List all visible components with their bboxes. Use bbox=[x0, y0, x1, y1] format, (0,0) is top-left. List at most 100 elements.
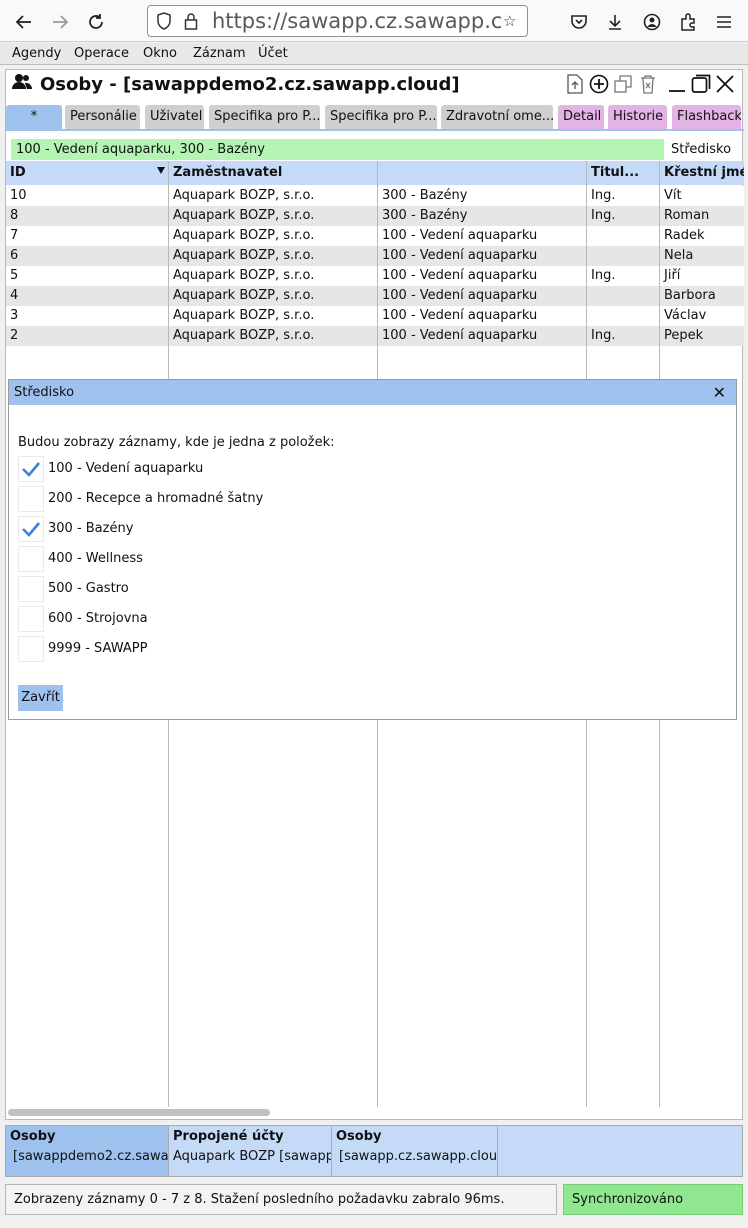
tab-specifika-2[interactable]: Specifika pro P... bbox=[325, 105, 437, 129]
table-row[interactable]: 5 Aquapark BOZP, s.r.o. 100 - Vedení aquap… bbox=[6, 266, 744, 286]
cell-titul bbox=[587, 286, 659, 306]
tab-historie[interactable]: Historie bbox=[608, 105, 667, 129]
cell-zamestnavatel: Aquapark BOZP, s.r.o. bbox=[173, 228, 315, 243]
window-tab-subtitle: Aquapark BOZP [sawapp.cz.sawapp.cloud] bbox=[173, 1149, 331, 1164]
cell-id: 5 bbox=[10, 268, 19, 283]
cell-zamestnavatel: Aquapark BOZP, s.r.o. bbox=[173, 328, 315, 343]
url-text: https://sawapp.cz.sawapp.c bbox=[212, 9, 503, 33]
download-icon[interactable] bbox=[601, 8, 629, 36]
shield-icon bbox=[156, 12, 172, 34]
cell-zamestnavatel: Aquapark BOZP, s.r.o. bbox=[173, 188, 315, 203]
checkbox[interactable] bbox=[18, 576, 44, 602]
window-tab-osoby-sawapp[interactable]: Osoby [sawapp.cz.sawapp.cloud] bbox=[332, 1126, 498, 1176]
tab-detail[interactable]: Detail bbox=[558, 105, 604, 129]
tab-personalie[interactable]: Personálie bbox=[65, 105, 140, 129]
dialog-close-icon[interactable]: ✕ bbox=[713, 380, 726, 405]
tab-specifika-1[interactable]: Specifika pro P... bbox=[209, 105, 320, 129]
cell-krestni-jmeno: Václav bbox=[664, 308, 707, 323]
table-row[interactable]: 10 Aquapark BOZP, s.r.o. 300 - Bazény Ing. V… bbox=[6, 186, 744, 206]
column-header-stredisko[interactable] bbox=[378, 161, 586, 185]
cell-titul: Ing. bbox=[591, 328, 616, 343]
browser-toolbar: https://sawapp.cz.sawapp.c ☆ bbox=[0, 0, 748, 42]
table-row[interactable]: 4 Aquapark BOZP, s.r.o. 100 - Vedení aquap… bbox=[6, 286, 744, 306]
checkbox-checked[interactable] bbox=[18, 516, 44, 542]
cell-stredisko: 100 - Vedení aquaparku bbox=[382, 288, 538, 303]
window-tab-osoby-demo[interactable]: Osoby [sawappdemo2.cz.sawapp.cloud] bbox=[6, 1126, 169, 1176]
window-tab-subtitle: [sawappdemo2.cz.sawapp.cloud] bbox=[13, 1149, 169, 1164]
cell-stredisko: 300 - Bazény bbox=[382, 208, 468, 223]
minimize-icon[interactable] bbox=[665, 72, 689, 96]
sort-desc-icon[interactable] bbox=[157, 167, 165, 174]
table-row[interactable]: 8 Aquapark BOZP, s.r.o. 300 - Bazény Ing. Ro… bbox=[6, 206, 744, 226]
duplicate-icon[interactable] bbox=[611, 72, 635, 96]
window-tab-subtitle: [sawapp.cz.sawapp.cloud] bbox=[339, 1149, 498, 1164]
cell-titul: Ing. bbox=[591, 188, 616, 203]
forward-icon[interactable] bbox=[46, 8, 74, 36]
column-header-zamestnavatel[interactable]: Zaměstnavatel bbox=[169, 161, 377, 185]
column-header-krestni-jmeno[interactable]: Křestní jméno bbox=[660, 161, 744, 185]
cell-stredisko: 100 - Vedení aquaparku bbox=[382, 268, 538, 283]
cell-id: 7 bbox=[10, 228, 19, 243]
checkbox[interactable] bbox=[18, 636, 44, 662]
maximize-icon[interactable] bbox=[689, 72, 713, 96]
menu-icon[interactable] bbox=[710, 8, 738, 36]
tab-strip-line bbox=[6, 129, 744, 131]
window-tab-propojene-ucty[interactable]: Propojené účty Aquapark BOZP [sawapp.cz.… bbox=[169, 1126, 332, 1176]
reload-icon[interactable] bbox=[82, 8, 110, 36]
tab-uzivatel[interactable]: Uživatel bbox=[145, 105, 204, 129]
add-icon[interactable] bbox=[587, 72, 611, 96]
checkbox[interactable] bbox=[18, 486, 44, 512]
menu-ucet[interactable]: Účet bbox=[258, 46, 288, 61]
upload-icon[interactable] bbox=[563, 72, 587, 96]
tab-flashback[interactable]: Flashback bbox=[672, 105, 741, 129]
option-label: 300 - Bazény bbox=[48, 521, 134, 536]
account-icon[interactable] bbox=[638, 8, 666, 36]
option-label: 100 - Vedení aquaparku bbox=[48, 461, 204, 476]
menu-operace[interactable]: Operace bbox=[74, 46, 129, 61]
checkbox[interactable] bbox=[18, 606, 44, 632]
extensions-icon[interactable] bbox=[674, 8, 702, 36]
status-text: Zobrazeny záznamy 0 - 7 z 8. Stažení pos… bbox=[5, 1184, 557, 1215]
column-header-titul[interactable]: Titul... bbox=[587, 161, 659, 185]
window-title-text: Osoby - [sawappdemo2.cz.sawapp.cloud] bbox=[40, 74, 460, 95]
address-bar[interactable]: https://sawapp.cz.sawapp.c ☆ bbox=[147, 5, 528, 37]
cell-titul: Ing. bbox=[591, 208, 616, 223]
delete-icon[interactable] bbox=[636, 72, 660, 96]
tab-all[interactable]: * bbox=[6, 105, 62, 129]
cell-zamestnavatel: Aquapark BOZP, s.r.o. bbox=[173, 248, 315, 263]
star-icon[interactable]: ☆ bbox=[503, 12, 516, 30]
back-icon[interactable] bbox=[10, 8, 38, 36]
window-tab-title: Osoby bbox=[10, 1129, 56, 1144]
table-header: ID Zaměstnavatel Titul... Křestní jméno bbox=[6, 161, 744, 185]
lock-icon bbox=[184, 12, 198, 34]
column-header-id[interactable]: ID bbox=[6, 161, 168, 185]
sync-status: Synchronizováno bbox=[563, 1184, 743, 1215]
table-row[interactable]: 7 Aquapark BOZP, s.r.o. 100 - Vedení aquap… bbox=[6, 226, 744, 246]
app-menubar: Agendy Operace Okno Záznam Účet bbox=[0, 43, 748, 65]
tab-zdravotni[interactable]: Zdravotní ome... bbox=[441, 105, 553, 129]
cell-zamestnavatel: Aquapark BOZP, s.r.o. bbox=[173, 288, 315, 303]
option-label: 500 - Gastro bbox=[48, 581, 129, 596]
menu-okno[interactable]: Okno bbox=[143, 46, 177, 61]
filter-label[interactable]: Středisko bbox=[671, 139, 731, 160]
cell-titul bbox=[587, 226, 659, 246]
table-row[interactable]: 6 Aquapark BOZP, s.r.o. 100 - Vedení aquap… bbox=[6, 246, 744, 266]
cell-krestni-jmeno: Radek bbox=[664, 228, 705, 243]
dialog-description: Budou zobrazy záznamy, kde je jedna z po… bbox=[18, 435, 335, 450]
checkmark-icon bbox=[22, 462, 40, 477]
cell-stredisko: 300 - Bazény bbox=[382, 188, 468, 203]
option-label: 9999 - SAWAPP bbox=[48, 641, 148, 656]
checkbox-checked[interactable] bbox=[18, 456, 44, 482]
table-row[interactable]: 3 Aquapark BOZP, s.r.o. 100 - Vedení aquap… bbox=[6, 306, 744, 326]
pocket-icon[interactable] bbox=[565, 8, 593, 36]
horizontal-scrollbar[interactable] bbox=[8, 1109, 270, 1116]
close-icon[interactable] bbox=[713, 72, 737, 96]
menu-zaznam[interactable]: Záznam bbox=[193, 46, 246, 61]
checkbox[interactable] bbox=[18, 546, 44, 572]
cell-zamestnavatel: Aquapark BOZP, s.r.o. bbox=[173, 208, 315, 223]
table-row[interactable]: 2 Aquapark BOZP, s.r.o. 100 - Vedení aquap… bbox=[6, 326, 744, 346]
close-button[interactable]: Zavřít bbox=[18, 685, 63, 711]
menu-agendy[interactable]: Agendy bbox=[12, 46, 61, 61]
option-label: 400 - Wellness bbox=[48, 551, 143, 566]
filter-value[interactable]: 100 - Vedení aquaparku, 300 - Bazény bbox=[11, 139, 664, 160]
